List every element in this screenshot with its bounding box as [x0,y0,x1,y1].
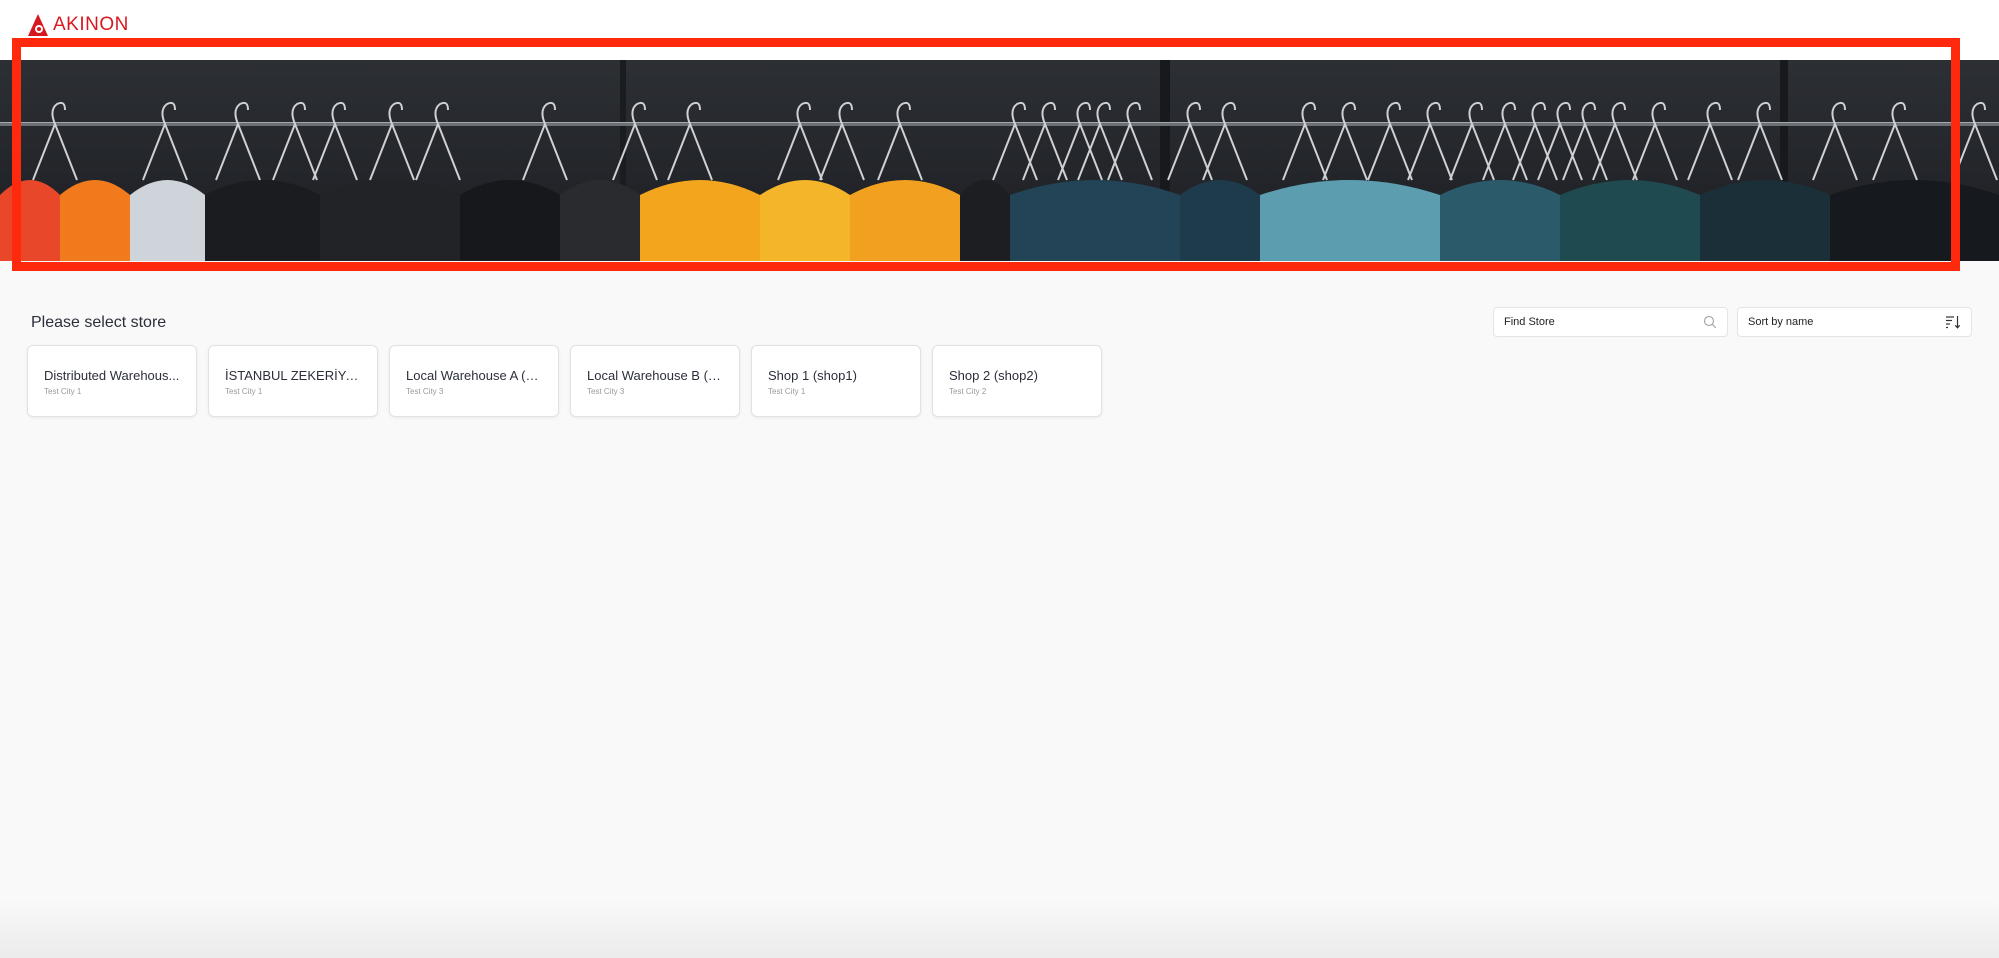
store-card[interactable]: Local Warehouse A (s... Test City 3 [389,345,559,417]
store-name: Shop 2 (shop2) [949,368,1038,383]
sort-icon[interactable] [1945,315,1961,329]
store-card[interactable]: Shop 1 (shop1) Test City 1 [751,345,921,417]
store-name: Distributed Warehous... [44,368,180,383]
store-city: Test City 1 [225,387,263,396]
store-name: Local Warehouse B (s... [587,368,723,383]
garment-shape [760,180,850,261]
garment-shape [560,180,640,261]
garment-shape [320,180,460,261]
store-name: Local Warehouse A (s... [406,368,542,383]
garment-shape [1830,180,1999,261]
store-city: Test City 1 [44,387,82,396]
sort-dropdown[interactable]: Sort by name [1737,307,1972,337]
store-name: Shop 1 (shop1) [768,368,857,383]
garment-shape [460,180,560,261]
garment-shape [1010,180,1180,261]
store-card[interactable]: Local Warehouse B (s... Test City 3 [570,345,740,417]
garment-shape [60,180,130,261]
hero-banner-image [0,60,1999,261]
garment-shape [1180,180,1260,261]
garment-shape [0,180,60,261]
garment-shape [205,180,320,261]
garment-shape [1260,180,1440,261]
store-city: Test City 3 [587,387,625,396]
store-card[interactable]: Distributed Warehous... Test City 1 [27,345,197,417]
store-city: Test City 1 [768,387,806,396]
garment-shape [1440,180,1560,261]
store-city: Test City 2 [949,387,987,396]
akinon-logo[interactable]: AKINON [27,12,129,38]
garment-shape [640,180,760,261]
garment-shape [130,180,205,261]
akinon-logo-icon [28,14,48,36]
garment-shape [1560,180,1700,261]
store-city: Test City 3 [406,387,444,396]
store-name: İSTANBUL ZEKERİYAK... [225,368,361,383]
store-selection-page: AKINON Please select store Find Store So… [0,0,1999,958]
page-title: Please select store [31,314,167,331]
store-card[interactable]: İSTANBUL ZEKERİYAK... Test City 1 [208,345,378,417]
top-bar: AKINON [0,0,1999,60]
garment-shape [1700,180,1830,261]
find-store-search[interactable] [1493,307,1728,337]
bottom-shadow [0,900,1999,958]
sort-label: Sort by name [1748,316,1814,328]
garment-shape [960,180,1010,261]
search-input[interactable] [1504,316,1703,328]
search-icon[interactable] [1703,315,1717,329]
store-card-list: Distributed Warehous... Test City 1 İSTA… [27,345,1102,417]
store-card[interactable]: Shop 2 (shop2) Test City 2 [932,345,1102,417]
garment-shape [850,180,960,261]
logo-text: AKINON [53,14,129,35]
